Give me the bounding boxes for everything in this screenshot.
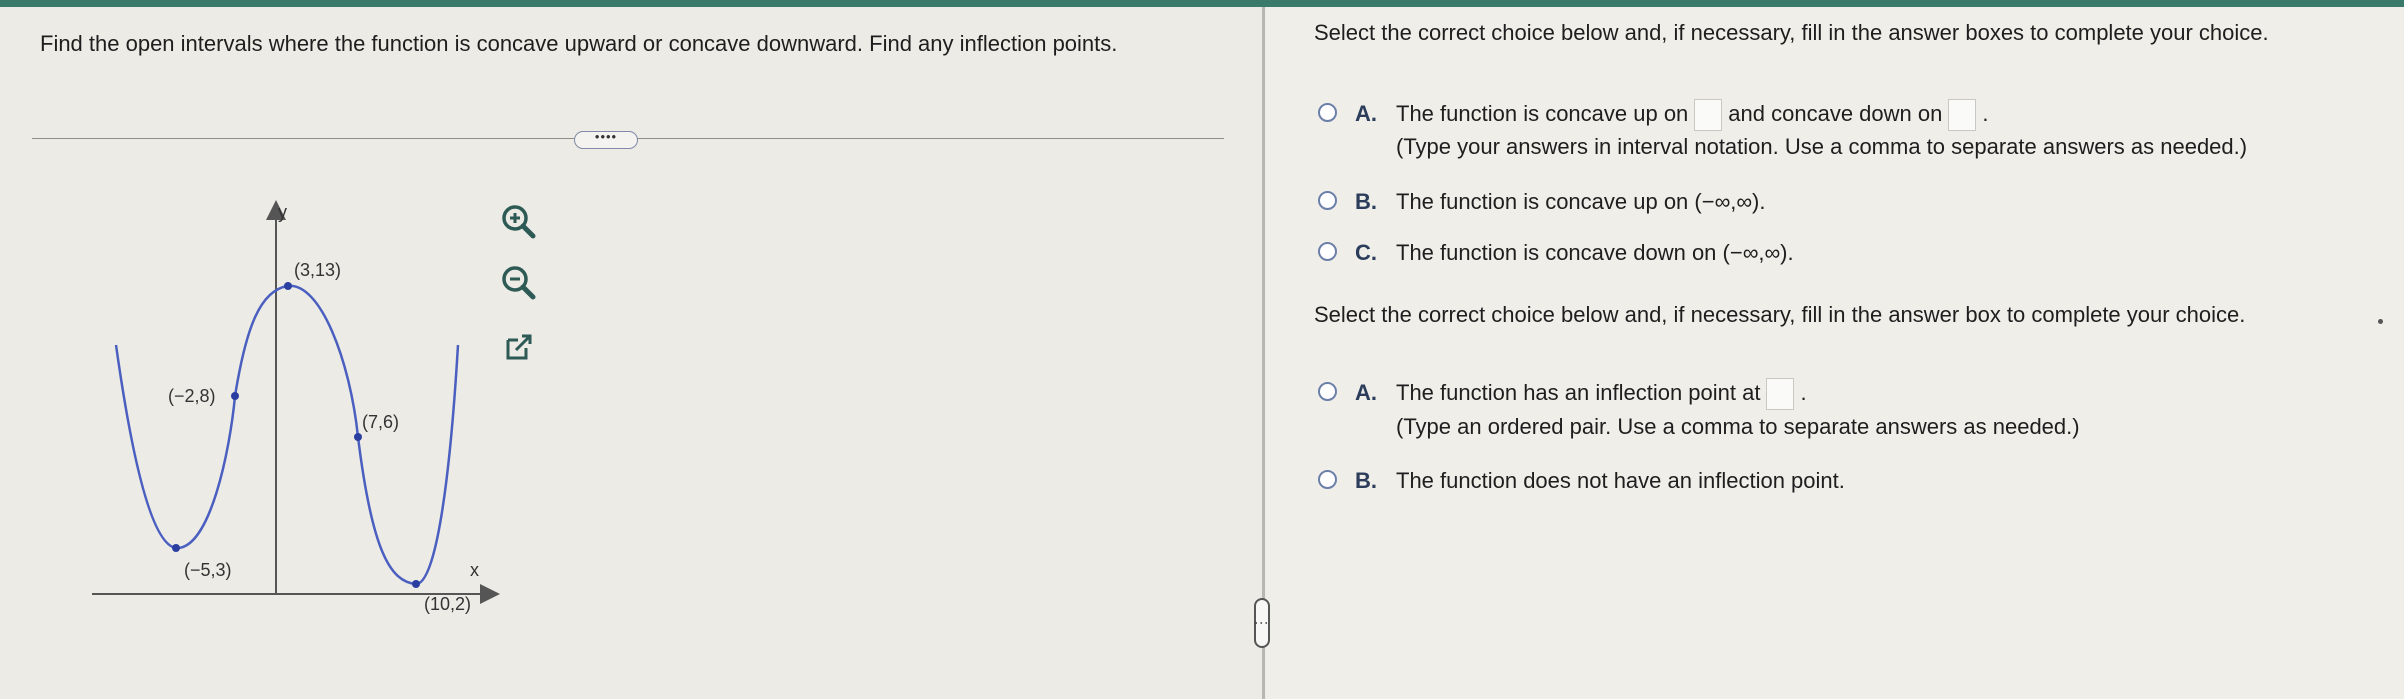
top-bar xyxy=(0,0,2404,7)
function-graph: y x (−2,8) (3,13) (7,6) (−5,3) (10,2) xyxy=(92,200,500,614)
zoom-in-icon[interactable] xyxy=(496,199,542,245)
label-neg2-8: (−2,8) xyxy=(168,386,216,406)
stray-dot xyxy=(2378,319,2383,324)
x-axis-label: x xyxy=(470,560,479,580)
section1-choice-b-letter: B. xyxy=(1355,189,1377,214)
y-axis-label: y xyxy=(278,202,287,222)
zoom-out-icon[interactable] xyxy=(496,260,542,306)
point-neg2-8 xyxy=(231,392,239,400)
label-3-13: (3,13) xyxy=(294,260,341,280)
section1-prompt: Select the correct choice below and, if … xyxy=(1314,20,2269,45)
section2-choice-b-radio[interactable] xyxy=(1318,470,1337,489)
section2-choice-a-radio[interactable] xyxy=(1318,382,1337,401)
section1-choice-a-text: The function is concave up on and concave… xyxy=(1396,96,1988,132)
section1-choice-c-text: The function is concave down on (−∞,∞). xyxy=(1396,240,1794,265)
label-10-2: (10,2) xyxy=(424,594,471,614)
section1-choice-c-letter: C. xyxy=(1355,240,1377,265)
pane-divider xyxy=(1262,7,1265,699)
concave-up-input[interactable] xyxy=(1694,99,1723,132)
section1-choice-c-radio[interactable] xyxy=(1318,242,1337,261)
inflection-point-input[interactable] xyxy=(1766,378,1795,411)
section2-choice-b-text: The function does not have an inflection… xyxy=(1396,468,1845,493)
pane-splitter-handle[interactable]: ⋮ xyxy=(1254,598,1270,648)
more-button[interactable]: •••• xyxy=(574,130,638,149)
point-10-2 xyxy=(412,580,420,588)
section2-choice-a-letter: A. xyxy=(1355,380,1377,405)
section2-choice-a-text: The function has an inflection point at. xyxy=(1396,375,1807,411)
section2-choice-a-hint: (Type an ordered pair. Use a comma to se… xyxy=(1396,414,2080,439)
section2-prompt: Select the correct choice below and, if … xyxy=(1314,302,2246,327)
point-neg5-3 xyxy=(172,544,180,552)
function-curve xyxy=(114,284,460,586)
external-link-icon[interactable] xyxy=(496,324,542,370)
label-7-6: (7,6) xyxy=(362,412,399,432)
section1-choice-b-radio[interactable] xyxy=(1318,191,1337,210)
point-3-13 xyxy=(284,282,292,290)
section1-choice-a-hint: (Type your answers in interval notation.… xyxy=(1396,134,2248,159)
label-neg5-3: (−5,3) xyxy=(184,560,232,580)
section1-choice-a-letter: A. xyxy=(1355,101,1377,126)
section2-choice-b-letter: B. xyxy=(1355,468,1377,493)
section1-choice-b-text: The function is concave up on (−∞,∞). xyxy=(1396,189,1766,214)
section1-choice-a-radio[interactable] xyxy=(1318,103,1337,122)
point-7-6 xyxy=(354,433,362,441)
concave-down-input[interactable] xyxy=(1948,99,1977,132)
question-text: Find the open intervals where the functi… xyxy=(40,31,1118,56)
